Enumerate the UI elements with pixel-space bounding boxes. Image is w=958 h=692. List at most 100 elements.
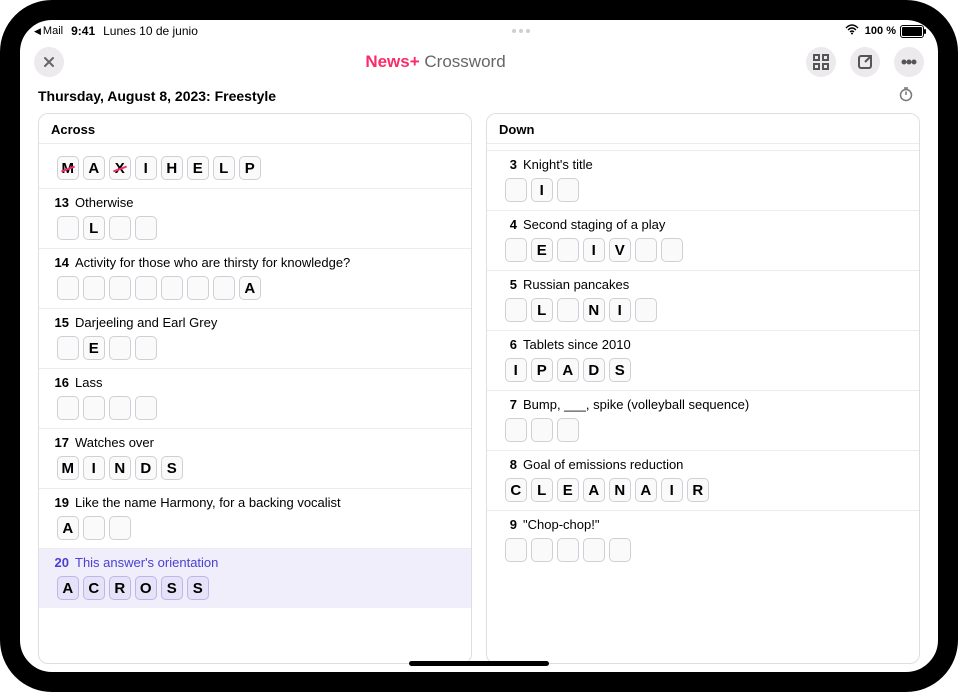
home-indicator[interactable]: [409, 661, 549, 666]
letter-cell[interactable]: [505, 538, 527, 562]
across-clue[interactable]: 19Like the name Harmony, for a backing v…: [39, 488, 471, 548]
letter-cell[interactable]: [583, 538, 605, 562]
letter-cell[interactable]: M: [57, 156, 79, 180]
export-button[interactable]: [850, 47, 880, 77]
letter-cell[interactable]: X: [109, 156, 131, 180]
letter-cell[interactable]: L: [213, 156, 235, 180]
letter-cell[interactable]: C: [83, 576, 105, 600]
multitask-dots[interactable]: [198, 29, 845, 33]
letter-cell[interactable]: M: [57, 456, 79, 480]
letter-cell[interactable]: D: [135, 456, 157, 480]
down-clue[interactable]: 9"Chop-chop!": [487, 510, 919, 570]
down-clue[interactable]: 4Second staging of a playEIV: [487, 210, 919, 270]
letter-cell[interactable]: [557, 298, 579, 322]
letter-cell[interactable]: P: [531, 358, 553, 382]
across-clue[interactable]: 16Lass: [39, 368, 471, 428]
letter-cell[interactable]: [505, 298, 527, 322]
letter-cell[interactable]: [109, 516, 131, 540]
letter-cell[interactable]: [635, 298, 657, 322]
across-clue[interactable]: 14Activity for those who are thirsty for…: [39, 248, 471, 308]
across-clue[interactable]: 20This answer's orientationACROSS: [39, 548, 471, 608]
letter-cell[interactable]: [57, 276, 79, 300]
letter-cell[interactable]: [557, 538, 579, 562]
letter-cell[interactable]: [83, 516, 105, 540]
letter-cell[interactable]: D: [583, 358, 605, 382]
letter-cell[interactable]: A: [57, 516, 79, 540]
letter-cell[interactable]: [505, 178, 527, 202]
more-button[interactable]: [894, 47, 924, 77]
letter-cell[interactable]: A: [239, 276, 261, 300]
down-clue[interactable]: 5Russian pancakesLNI: [487, 270, 919, 330]
letter-cell[interactable]: I: [505, 358, 527, 382]
letter-cell[interactable]: [57, 336, 79, 360]
letter-cell[interactable]: E: [187, 156, 209, 180]
timer-icon[interactable]: [898, 86, 920, 105]
letter-cell[interactable]: H: [161, 156, 183, 180]
letter-cell[interactable]: A: [635, 478, 657, 502]
letter-cell[interactable]: A: [583, 478, 605, 502]
letter-cell[interactable]: [57, 396, 79, 420]
letter-cell[interactable]: P: [239, 156, 261, 180]
letter-cell[interactable]: [135, 276, 157, 300]
down-clue[interactable]: 7Bump, ___, spike (volleyball sequence): [487, 390, 919, 450]
letter-cell[interactable]: A: [57, 576, 79, 600]
across-clue[interactable]: MAXIHELP: [39, 143, 471, 188]
letter-cell[interactable]: [83, 396, 105, 420]
letter-cell[interactable]: [531, 418, 553, 442]
letter-cell[interactable]: R: [109, 576, 131, 600]
letter-cell[interactable]: O: [135, 576, 157, 600]
across-clue[interactable]: 13OtherwiseL: [39, 188, 471, 248]
letter-cell[interactable]: E: [83, 336, 105, 360]
letter-cell[interactable]: [135, 216, 157, 240]
down-clue[interactable]: 6Tablets since 2010IPADS: [487, 330, 919, 390]
letter-cell[interactable]: I: [531, 178, 553, 202]
letter-cell[interactable]: L: [531, 298, 553, 322]
letter-cell[interactable]: E: [531, 238, 553, 262]
letter-cell[interactable]: [609, 538, 631, 562]
letter-cell[interactable]: [557, 178, 579, 202]
letter-cell[interactable]: [161, 276, 183, 300]
close-button[interactable]: [34, 47, 64, 77]
letter-cell[interactable]: [557, 238, 579, 262]
letter-cell[interactable]: S: [161, 456, 183, 480]
letter-cell[interactable]: A: [557, 358, 579, 382]
letter-cell[interactable]: [531, 538, 553, 562]
letter-cell[interactable]: S: [161, 576, 183, 600]
letter-cell[interactable]: I: [609, 298, 631, 322]
letter-cell[interactable]: L: [83, 216, 105, 240]
letter-cell[interactable]: [505, 238, 527, 262]
letter-cell[interactable]: [83, 276, 105, 300]
letter-cell[interactable]: L: [531, 478, 553, 502]
letter-cell[interactable]: [557, 418, 579, 442]
letter-cell[interactable]: I: [83, 456, 105, 480]
letter-cell[interactable]: [57, 216, 79, 240]
letter-cell[interactable]: [635, 238, 657, 262]
letter-cell[interactable]: N: [583, 298, 605, 322]
letter-cell[interactable]: [187, 276, 209, 300]
letter-cell[interactable]: I: [135, 156, 157, 180]
across-clue[interactable]: 17Watches overMINDS: [39, 428, 471, 488]
letter-cell[interactable]: I: [583, 238, 605, 262]
letter-cell[interactable]: N: [609, 478, 631, 502]
letter-cell[interactable]: N: [109, 456, 131, 480]
letter-cell[interactable]: [135, 396, 157, 420]
letter-cell[interactable]: [109, 336, 131, 360]
letter-cell[interactable]: I: [661, 478, 683, 502]
letter-cell[interactable]: [135, 336, 157, 360]
across-clue[interactable]: 15Darjeeling and Earl GreyE: [39, 308, 471, 368]
letter-cell[interactable]: [661, 238, 683, 262]
letter-cell[interactable]: [109, 396, 131, 420]
letter-cell[interactable]: E: [557, 478, 579, 502]
back-to-app[interactable]: Mail: [34, 25, 63, 37]
down-clue[interactable]: 8Goal of emissions reductionCLEANAIR: [487, 450, 919, 510]
letter-cell[interactable]: [109, 216, 131, 240]
down-clue[interactable]: 3Knight's titleI: [487, 150, 919, 210]
letter-cell[interactable]: R: [687, 478, 709, 502]
letter-cell[interactable]: [505, 418, 527, 442]
letter-cell[interactable]: V: [609, 238, 631, 262]
letter-cell[interactable]: [109, 276, 131, 300]
letter-cell[interactable]: A: [83, 156, 105, 180]
letter-cell[interactable]: S: [609, 358, 631, 382]
letter-cell[interactable]: C: [505, 478, 527, 502]
grid-view-button[interactable]: [806, 47, 836, 77]
